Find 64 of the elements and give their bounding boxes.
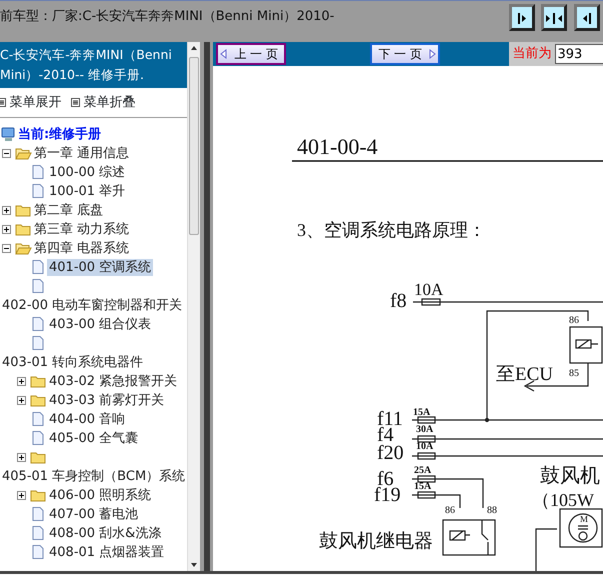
expand-toggle-icon[interactable] bbox=[17, 396, 26, 404]
diagram-label: 86 bbox=[445, 505, 455, 516]
tree-item[interactable]: 100-01 举升 bbox=[47, 182, 128, 200]
menu-link[interactable]: 菜单展开 bbox=[9, 92, 62, 112]
toolbar-button[interactable] bbox=[574, 4, 600, 31]
menu-list-icon bbox=[71, 98, 80, 107]
page-number-field[interactable]: 393 bbox=[554, 44, 603, 64]
diagram-label: 鼓风机继电器 bbox=[319, 531, 433, 552]
diagram-label: f20 bbox=[377, 442, 404, 464]
diagram-label: 10A bbox=[416, 441, 434, 452]
arrow-right-icon bbox=[428, 47, 438, 61]
diagram-label: 88 bbox=[487, 505, 497, 516]
diagram-label: 30A bbox=[416, 424, 434, 435]
window-title: 前车型：厂家:C-长安汽车奔奔MINI（Benni Mini）2010- bbox=[0, 8, 336, 26]
prev-page-button[interactable]: 上 一 页 bbox=[216, 43, 286, 65]
diagram-label: 15A bbox=[413, 407, 430, 418]
diagram-label: 10A bbox=[414, 280, 444, 299]
expand-toggle-icon[interactable] bbox=[17, 452, 26, 462]
tree-item[interactable]: 404-00 音响 bbox=[47, 410, 128, 428]
tree-item[interactable]: 407-00 蓄电池 bbox=[47, 506, 140, 522]
collapse-toggle-icon[interactable] bbox=[2, 148, 11, 158]
tree-item[interactable]: 第二章 底盘 bbox=[32, 202, 106, 218]
diagram-label: 15A bbox=[414, 481, 432, 492]
expand-toggle-icon[interactable] bbox=[2, 206, 11, 214]
tree-item[interactable]: 405-00 全气囊 bbox=[47, 430, 140, 446]
expand-toggle-icon[interactable] bbox=[17, 490, 26, 500]
toolbar-button[interactable] bbox=[541, 4, 568, 31]
tree-item[interactable]: 当前:维修手册 bbox=[16, 126, 104, 142]
diagram-label: 85 bbox=[569, 368, 579, 379]
tree-item[interactable]: 408-00 刮水&洗涤 bbox=[47, 524, 164, 542]
toolbar-button[interactable] bbox=[508, 4, 535, 31]
diagram-label: 鼓风机 bbox=[540, 465, 600, 487]
diagram-label: （105W bbox=[532, 490, 594, 510]
page-number: 401-00-4 bbox=[297, 134, 378, 159]
menu-link[interactable]: 菜单折叠 bbox=[83, 92, 136, 112]
monitor-icon bbox=[0, 126, 16, 142]
diagram-label: 至ECU bbox=[496, 364, 553, 385]
diagram-label: 25A bbox=[414, 465, 432, 476]
expand-toggle-icon[interactable] bbox=[17, 376, 26, 386]
tree-item[interactable]: 100-00 综述 bbox=[47, 164, 128, 180]
page-label: 当前为 bbox=[512, 45, 552, 64]
tree-item[interactable]: 406-00 照明系统 bbox=[47, 486, 154, 504]
tree-item[interactable]: 第三章 动力系统 bbox=[32, 220, 132, 238]
sidebar-title: C-长安汽车-奔奔MINI（Benni Mini）-2010-- 维修手册. bbox=[0, 42, 187, 88]
collapse-toggle-icon[interactable] bbox=[2, 244, 11, 252]
tree-item[interactable]: 403-01 转向系统电器件 bbox=[0, 354, 146, 370]
diagram-label: f8 bbox=[390, 290, 407, 312]
diagram-label: M bbox=[580, 514, 588, 524]
tree-item[interactable]: 402-00 电动车窗控制器和开关 bbox=[0, 296, 184, 314]
arrow-left-icon bbox=[218, 47, 228, 61]
tree-item[interactable]: 403-00 组合仪表 bbox=[47, 316, 154, 332]
tree-item[interactable]: 405-01 车身控制（BCM）系统 bbox=[0, 468, 187, 484]
tree-item[interactable]: 403-03 前雾灯开关 bbox=[47, 392, 166, 408]
scrollbar[interactable] bbox=[187, 42, 200, 571]
expand-toggle-icon[interactable] bbox=[2, 224, 11, 234]
section-heading: 3、空调系统电路原理： bbox=[297, 220, 486, 240]
tree-item[interactable]: 408-01 点烟器装置 bbox=[47, 544, 166, 560]
tree-item[interactable]: 第一章 通用信息 bbox=[32, 144, 132, 162]
tree-item[interactable]: 403-02 紧急报警开关 bbox=[47, 372, 180, 390]
next-page-button[interactable]: 下 一 页 bbox=[370, 43, 440, 65]
panel-splitter[interactable] bbox=[200, 42, 213, 571]
tree-item[interactable]: 第四章 电器系统 bbox=[32, 240, 132, 256]
diagram-label: 86 bbox=[569, 315, 579, 326]
tree-item[interactable]: 401-00 空调系统 bbox=[47, 258, 154, 276]
